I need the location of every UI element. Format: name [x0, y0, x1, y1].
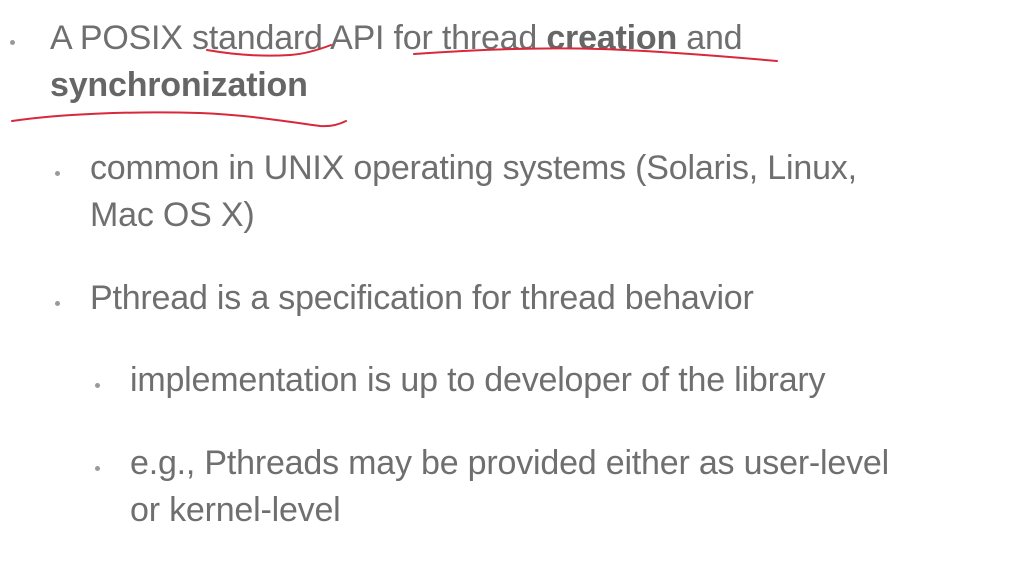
bullet-posix-api: A POSIX standard API for thread creation… — [50, 15, 743, 109]
bullet-line: A POSIX standard API for thread creation… — [50, 15, 743, 62]
bullet-dot — [55, 301, 60, 306]
underline-synchronization — [11, 111, 347, 128]
bullet-text: and — [677, 19, 743, 57]
bullet-user-kernel-level: e.g., Pthreads may be provided either as… — [130, 440, 889, 534]
bullet-dot — [55, 171, 60, 176]
bullet-line: or kernel-level — [130, 491, 341, 529]
bold-term-synchronization: synchronization — [50, 66, 308, 104]
bullet-line: Mac OS X) — [90, 196, 255, 234]
bullet-dot — [95, 383, 100, 388]
slide: A POSIX standard API for thread creation… — [0, 0, 1030, 574]
bullet-unix-common: common in UNIX operating systems (Solari… — [90, 145, 857, 239]
bold-term-creation: creation — [546, 19, 678, 57]
bullet-line: common in UNIX operating systems (Solari… — [90, 149, 857, 187]
bullet-line: e.g., Pthreads may be provided either as… — [130, 444, 889, 482]
bullet-dot — [95, 466, 100, 471]
bullet-line: Pthread is a specification for thread be… — [90, 279, 754, 317]
bullet-text: A POSIX standard API for thread — [50, 19, 547, 57]
bullet-specification: Pthread is a specification for thread be… — [90, 275, 754, 322]
bullet-implementation: implementation is up to developer of the… — [130, 357, 826, 404]
bullet-dot — [10, 40, 15, 45]
bullet-line: implementation is up to developer of the… — [130, 361, 826, 399]
